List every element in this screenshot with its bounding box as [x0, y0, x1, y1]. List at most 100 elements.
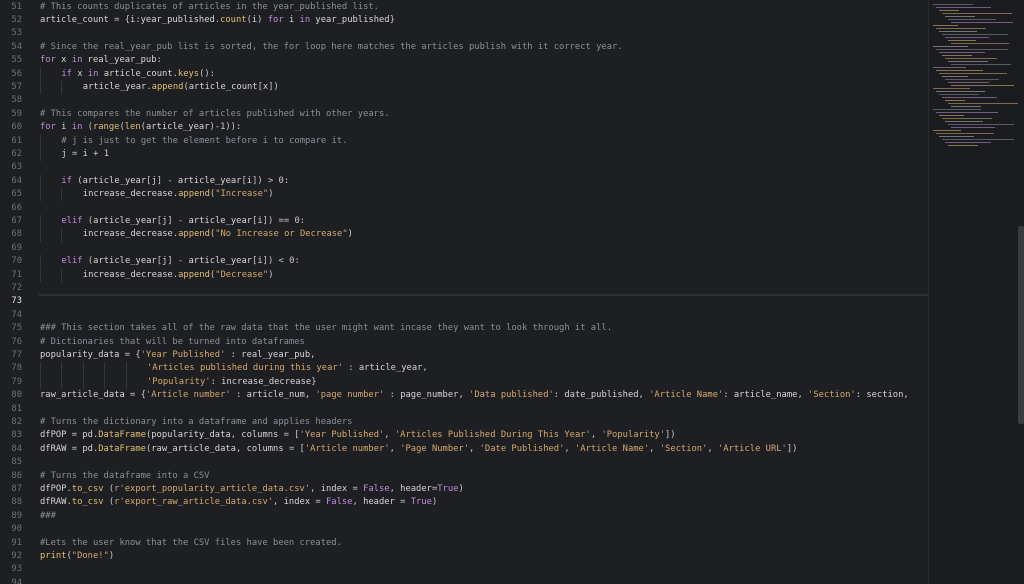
- code-line[interactable]: 55 for x in real_year_pub:: [0, 54, 928, 67]
- line-number: 70: [11, 256, 22, 267]
- code-line[interactable]: 75 ### This section takes all of the raw …: [0, 322, 928, 335]
- code-token: 'Year Published': [299, 430, 385, 441]
- code-text: # This counts duplicates of articles in …: [40, 1, 928, 14]
- code-token: article_year: [358, 363, 423, 374]
- code-text: 'Popularity': increase_decrease}: [147, 376, 928, 389]
- code-line[interactable]: 81: [0, 403, 928, 416]
- minimap-line: [933, 46, 968, 47]
- code-line[interactable]: 56 if x in article_count.keys():: [0, 67, 928, 81]
- code-token: 'Section': [808, 390, 856, 401]
- code-line[interactable]: 61 # j is just to get the element before …: [0, 134, 928, 148]
- code-line[interactable]: 54 # Since the real_year_pub list is sort…: [0, 41, 928, 54]
- code-line[interactable]: 52 article_count = {i:year_published.coun…: [0, 14, 928, 27]
- code-line[interactable]: 86 # Turns the dataframe into a CSV: [0, 470, 928, 483]
- line-number: 78: [11, 363, 22, 374]
- code-line[interactable]: 65 increase_decrease.append("Increase"): [0, 188, 928, 202]
- code-text: for x in real_year_pub:: [40, 54, 928, 67]
- code-token: False: [363, 483, 390, 494]
- code-editor[interactable]: 51 # This counts duplicates of articles i…: [0, 0, 928, 584]
- code-token: j: [61, 148, 72, 159]
- line-number: 94: [11, 577, 22, 584]
- code-line[interactable]: 64 if (article_year[j] - article_year[i])…: [0, 174, 928, 189]
- code-token: (: [71, 175, 83, 186]
- code-line[interactable]: 78 'Articles published during this year' …: [0, 362, 928, 376]
- code-token: ### This section takes all of the raw da…: [40, 323, 612, 334]
- code-line[interactable]: 94: [0, 577, 928, 584]
- code-token: # Since the real_year_pub list is sorted…: [40, 41, 623, 52]
- code-token: # Turns the dataframe into a CSV: [40, 470, 210, 481]
- code-token: in: [71, 122, 83, 133]
- code-line[interactable]: 80 raw_article_data = {'Article number' :…: [0, 389, 928, 402]
- code-line[interactable]: 77 popularity_data = {'Year Published' : …: [0, 349, 928, 362]
- code-line[interactable]: 92 print("Done!"): [0, 550, 928, 563]
- code-line[interactable]: 82 # Turns the dictionary into a datafram…: [0, 416, 928, 429]
- code-line[interactable]: 79 'Popularity': increase_decrease}: [0, 375, 928, 390]
- code-line[interactable]: 70 elif (article_year[j] - article_year[i…: [0, 255, 928, 269]
- code-token: ,: [304, 390, 316, 401]
- code-text: # This compares the number of articles p…: [40, 108, 928, 121]
- code-line[interactable]: 58: [0, 94, 928, 107]
- code-line[interactable]: 72: [0, 282, 928, 295]
- indent-guide: [61, 80, 63, 95]
- code-token: (: [103, 497, 115, 508]
- code-line[interactable]: 67 elif (article_year[j] - article_year[i…: [0, 214, 928, 229]
- code-line[interactable]: 74: [0, 309, 928, 322]
- code-line[interactable]: 71 increase_decrease.append("Decrease"): [0, 268, 928, 282]
- indent-guide: [61, 375, 63, 390]
- code-line[interactable]: 68 increase_decrease.append("No Increase …: [0, 228, 928, 242]
- code-text: increase_decrease.append("Increase"): [83, 188, 928, 201]
- code-token: "Decrease": [215, 269, 269, 280]
- line-number: 54: [11, 41, 22, 52]
- code-line[interactable]: 88 dfRAW.to_csv (r'export_raw_article_dat…: [0, 496, 928, 509]
- code-text: # Since the real_year_pub list is sorted…: [40, 41, 928, 54]
- code-line[interactable]: 57 article_year.append(article_count[x]): [0, 80, 928, 95]
- code-token: ###: [40, 510, 56, 521]
- code-token: # Turns the dictionary into a dataframe …: [40, 416, 353, 427]
- minimap-line: [936, 91, 985, 92]
- code-token: article_year: [82, 81, 147, 92]
- line-number: 62: [11, 148, 22, 159]
- code-line[interactable]: 51 # This counts duplicates of articles i…: [0, 1, 928, 14]
- vertical-scrollbar[interactable]: [1018, 226, 1024, 424]
- code-line[interactable]: 69: [0, 242, 928, 255]
- code-line[interactable]: 91 #Lets the user know that the CSV files…: [0, 537, 928, 550]
- code-token: :: [342, 363, 359, 374]
- line-number: 64: [11, 175, 22, 186]
- code-token: = {: [114, 14, 131, 25]
- code-line[interactable]: 89 ###: [0, 510, 928, 523]
- code-token: 'Articles published during this year': [147, 363, 343, 374]
- code-line[interactable]: 62 j = i + 1: [0, 147, 928, 162]
- code-line[interactable]: 85: [0, 456, 928, 469]
- code-token: columns: [241, 430, 284, 441]
- code-token: article_year: [177, 175, 242, 186]
- code-line[interactable]: 66: [0, 202, 928, 215]
- code-token: ,: [903, 390, 909, 401]
- line-number: 68: [11, 229, 22, 240]
- code-line[interactable]: 83 dfPOP = pd.DataFrame(popularity_data, …: [0, 429, 928, 442]
- code-token: x: [71, 68, 88, 79]
- code-line[interactable]: 53: [0, 27, 928, 40]
- code-token: ,: [422, 363, 428, 374]
- code-line[interactable]: 76 # Dictionaries that will be turned int…: [0, 336, 928, 349]
- indent-guide: [40, 147, 41, 162]
- code-token: ): [347, 229, 353, 240]
- code-token: ():: [199, 68, 215, 79]
- minimap[interactable]: [928, 0, 1024, 584]
- code-line[interactable]: 90: [0, 523, 928, 536]
- code-token: ] -: [156, 175, 178, 186]
- line-number: 74: [11, 309, 22, 320]
- code-text: article_year.append(article_count[x]): [83, 81, 928, 94]
- indent-guide: [125, 362, 127, 376]
- code-line[interactable]: 60 for i in (range(len(article_year)-1)):: [0, 121, 928, 134]
- code-line[interactable]: 73: [0, 295, 928, 308]
- code-token: (: [82, 215, 94, 226]
- code-line[interactable]: 93: [0, 563, 928, 576]
- minimap-line: [942, 118, 992, 119]
- code-token: 'Article number': [145, 390, 231, 401]
- code-line[interactable]: 87 dfPOP.to_csv (r'export_popularity_arti…: [0, 483, 928, 496]
- code-line[interactable]: 63: [0, 161, 928, 174]
- code-line[interactable]: 84 dfRAW = pd.DataFrame(raw_article_data,…: [0, 443, 928, 456]
- code-line[interactable]: 59 # This compares the number of articles…: [0, 108, 928, 121]
- line-number: 53: [11, 28, 22, 39]
- minimap-line: [945, 100, 965, 101]
